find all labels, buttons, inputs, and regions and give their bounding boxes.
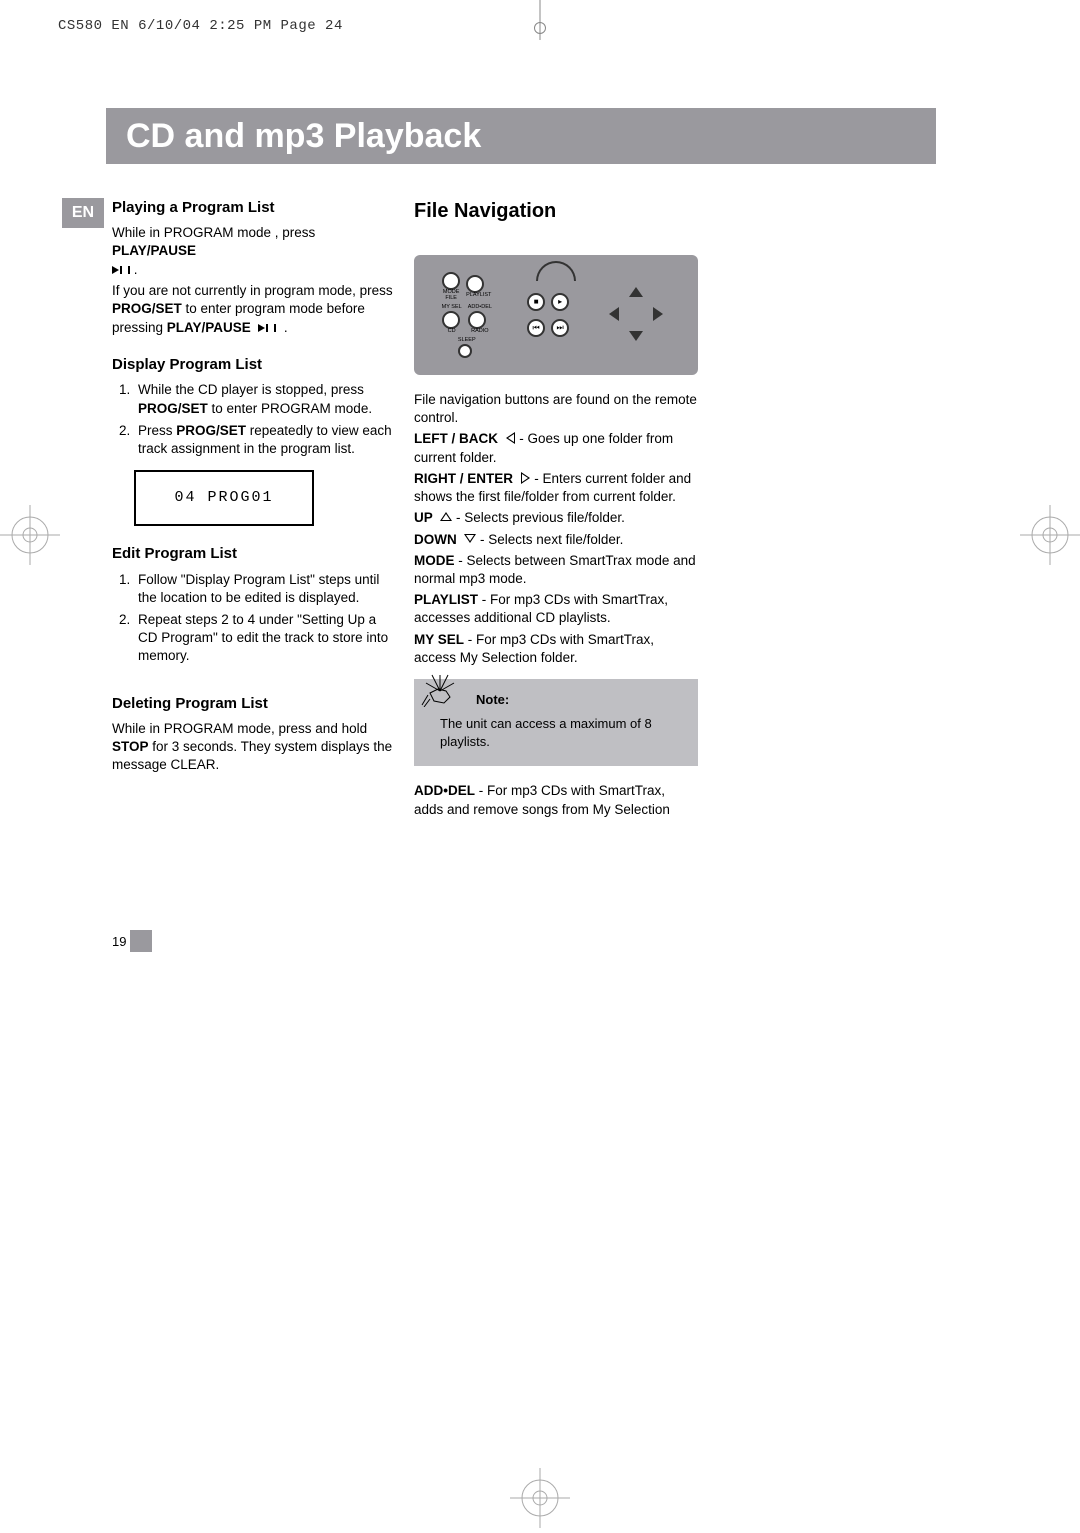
list-item: While the CD player is stopped, press PR…: [134, 381, 396, 417]
lcd-display-example: 04 PROG01: [134, 470, 314, 526]
filenav-intro: File navigation buttons are found on the…: [414, 391, 698, 427]
playing-paragraph-1: While in PROGRAM mode , press PLAY/PAUSE…: [112, 224, 396, 279]
heading-display-program-list: Display Program List: [112, 355, 396, 375]
remote-dpad: [604, 282, 670, 348]
left-column: Playing a Program List While in PROGRAM …: [112, 198, 396, 778]
remote-playlist-button: [466, 275, 484, 293]
heading-edit-program-list: Edit Program List: [112, 544, 396, 564]
edit-steps-list: Follow "Display Program List" steps unti…: [134, 571, 396, 666]
display-steps-list: While the CD player is stopped, press PR…: [134, 381, 396, 458]
crop-mark-left: [0, 505, 60, 565]
dpad-right-icon: [648, 304, 668, 324]
remote-mysel-button: [442, 311, 460, 329]
deleting-paragraph: While in PROGRAM mode, press and hold ST…: [112, 720, 396, 775]
note-body: The unit can access a maximum of 8 playl…: [440, 715, 684, 753]
down-triangle-icon: [464, 534, 476, 544]
language-tab: EN: [62, 198, 104, 228]
filenav-mysel: MY SEL - For mp3 CDs with SmartTrax, acc…: [414, 631, 698, 667]
crop-mark-top: [525, 0, 555, 40]
right-triangle-icon: [521, 473, 531, 483]
filenav-down: DOWN - Selects next file/folder.: [414, 531, 698, 549]
remote-mode-button: [442, 272, 460, 290]
remote-next-button: ⏭: [551, 319, 569, 337]
chapter-title: CD and mp3 Playback: [126, 117, 481, 156]
filenav-mode: MODE - Selects between SmartTrax mode an…: [414, 552, 698, 588]
note-hand-icon: [420, 673, 460, 707]
remote-prev-button: ⏮: [527, 319, 545, 337]
heading-file-navigation: File Navigation: [414, 198, 698, 225]
crop-mark-bottom: [510, 1468, 570, 1528]
playing-paragraph-2: If you are not currently in program mode…: [112, 282, 396, 337]
list-item: Follow "Display Program List" steps unti…: [134, 571, 396, 607]
play-pause-icon: [112, 261, 130, 279]
play-pause-icon: [258, 319, 276, 337]
remote-adddel-button: [468, 311, 486, 329]
note-label: Note:: [476, 691, 684, 709]
page-number: 19: [112, 930, 152, 952]
crop-mark-right: [1020, 505, 1080, 565]
remote-control-diagram: MODE FILE PLAYLIST MY SEL CD ADD•DEL RA: [414, 255, 698, 375]
filenav-left-back: LEFT / BACK - Goes up one folder from cu…: [414, 430, 698, 466]
dpad-left-icon: [604, 304, 624, 324]
chapter-title-bar: CD and mp3 Playback: [106, 108, 936, 164]
note-box: Note: The unit can access a maximum of 8…: [414, 679, 698, 766]
remote-arc-decor: [536, 261, 576, 281]
dpad-up-icon: [626, 282, 646, 302]
right-column: File Navigation MODE FILE PLAYLIST MY SE…: [414, 198, 698, 822]
heading-deleting-program-list: Deleting Program List: [112, 694, 396, 714]
filenav-right-enter: RIGHT / ENTER - Enters current folder an…: [414, 470, 698, 506]
dpad-down-icon: [626, 326, 646, 346]
page-number-block: [130, 930, 152, 952]
heading-playing-program-list: Playing a Program List: [112, 198, 396, 218]
remote-playpause-button: ▸: [551, 293, 569, 311]
up-triangle-icon: [440, 512, 452, 522]
list-item: Repeat steps 2 to 4 under "Setting Up a …: [134, 611, 396, 666]
remote-sleep-button: [458, 344, 472, 358]
left-triangle-icon: [506, 433, 516, 443]
remote-stop-button: ■: [527, 293, 545, 311]
filenav-up: UP - Selects previous file/folder.: [414, 509, 698, 527]
filenav-playlist: PLAYLIST - For mp3 CDs with SmartTrax, a…: [414, 591, 698, 627]
list-item: Press PROG/SET repeatedly to view each t…: [134, 422, 396, 458]
filenav-adddel: ADD•DEL - For mp3 CDs with SmartTrax, ad…: [414, 782, 698, 818]
pdf-header-meta: CS580 EN 6/10/04 2:25 PM Page 24: [58, 18, 343, 34]
